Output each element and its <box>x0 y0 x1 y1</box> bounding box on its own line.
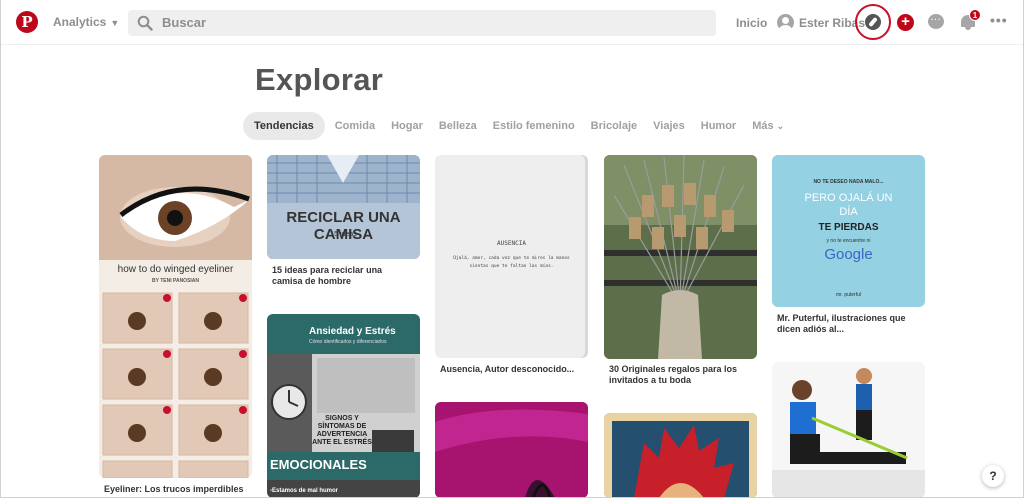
tab-mas-label: Más <box>752 120 774 132</box>
eye-illustration <box>99 155 252 478</box>
pin-caption: -Estamos de mal humor <box>270 488 339 494</box>
tab-belleza[interactable]: Belleza <box>431 112 485 140</box>
page: P Analytics ▼ Buscar Inicio Ester Ribas +… <box>0 0 1024 498</box>
notification-badge: 1 <box>969 9 981 21</box>
pin-overlay-title: Ansiedad y Estrés <box>309 326 396 337</box>
pin-overlay-bottom: EMOCIONALES <box>270 457 367 472</box>
pin-card-puterful[interactable]: NO TE DESEO NADA MALO... PERO OJALÁ UN D… <box>772 155 925 345</box>
pin-card-camisa[interactable]: RECICLAR UNA CAMISA 15 ideas 15 ideas pa… <box>267 155 420 290</box>
explore-button[interactable] <box>855 4 891 40</box>
pin-overlay-sub: Cómo identificarlos y diferenciarlos <box>309 339 387 345</box>
popart-illustration <box>604 413 757 497</box>
pin-image: Ansiedad y Estrés Cómo identificarlos y … <box>267 314 420 497</box>
chevron-down-icon: ▼ <box>110 18 120 28</box>
pin-image: NO TE DESEO NADA MALO... PERO OJALÁ UN D… <box>772 155 925 307</box>
tab-mas[interactable]: Más ⌄ <box>744 112 792 140</box>
more-options-icon[interactable]: ••• <box>990 12 1008 28</box>
pin-overlay-google: Google <box>824 246 873 263</box>
tab-tendencias[interactable]: Tendencias <box>243 112 325 140</box>
pin-caption: Ausencia, Autor desconocido... <box>440 364 575 374</box>
pin-card-fitness[interactable] <box>772 362 925 497</box>
pin-caption: 15 ideas para reciclar una camisa de hom… <box>272 265 383 286</box>
help-button[interactable]: ? <box>982 465 1004 487</box>
add-pin-button[interactable]: + <box>897 14 914 31</box>
pin-image <box>604 155 757 359</box>
chevron-down-icon: ⌄ <box>776 121 785 131</box>
search-placeholder: Buscar <box>162 15 207 30</box>
analytics-menu[interactable]: Analytics ▼ <box>53 15 119 29</box>
pin-card-popart[interactable] <box>604 413 757 497</box>
search-icon <box>137 15 153 31</box>
pin-overlay-text: Ojalá, amor, cada vez que te mires la ma… <box>453 256 570 269</box>
pin-card-estres[interactable]: Ansiedad y Estrés Cómo identificarlos y … <box>267 314 420 497</box>
analytics-label: Analytics <box>53 15 107 29</box>
pin-overlay-line1: NO TE DESEO NADA MALO... <box>813 179 884 185</box>
pin-overlay-author: BY TENI PANOSIAN <box>151 278 200 284</box>
pin-caption: Mr. Puterful, ilustraciones que dicen ad… <box>777 313 906 334</box>
sparklers-photo <box>604 155 757 359</box>
avatar <box>777 14 794 31</box>
tab-hogar[interactable]: Hogar <box>383 112 431 140</box>
search-bar[interactable]: Buscar <box>128 10 716 36</box>
category-tabs: Tendencias Comida Hogar Belleza Estilo f… <box>243 112 792 140</box>
pin-image <box>435 402 588 497</box>
pin-image: how to do winged eyeliner BY TENI PANOSI… <box>99 155 252 478</box>
pin-card-eyeliner[interactable]: how to do winged eyeliner BY TENI PANOSI… <box>99 155 252 497</box>
shirt-photo <box>267 155 420 259</box>
pin-overlay-sign: mr. puterful <box>835 292 861 298</box>
page-title: Explorar <box>255 62 384 97</box>
pin-overlay-line2: PERO OJALÁ UN DÍA <box>804 192 893 218</box>
pin-overlay-title: AUSENCIA <box>497 240 526 247</box>
pin-overlay-line4: y no te encuentre ni <box>826 238 871 244</box>
fitness-photo <box>772 362 925 497</box>
purple-fabric-photo <box>435 402 588 497</box>
tab-viajes[interactable]: Viajes <box>645 112 693 140</box>
tab-bricolaje[interactable]: Bricolaje <box>583 112 645 140</box>
pinterest-logo[interactable]: P <box>16 11 38 33</box>
pin-overlay-line3: TE PIERDAS <box>818 222 879 233</box>
tab-estilo-femenino[interactable]: Estilo femenino <box>485 112 583 140</box>
home-link[interactable]: Inicio <box>736 16 767 30</box>
pin-overlay-mid: SIGNOS Y SÍNTOMAS DE ADVERTENCIA ANTE EL… <box>312 415 372 446</box>
pin-card-purple[interactable] <box>435 402 588 497</box>
messages-icon[interactable] <box>928 11 944 29</box>
pin-image: RECICLAR UNA CAMISA 15 ideas <box>267 155 420 259</box>
pin-caption: 30 Originales regalos para los invitados… <box>609 364 738 385</box>
tab-humor[interactable]: Humor <box>693 112 744 140</box>
pin-overlay-sub: 15 ideas <box>330 231 357 238</box>
pin-card-bengalas[interactable]: 30 Originales regalos para los invitados… <box>604 155 757 390</box>
pin-card-ausencia[interactable]: AUSENCIA Ojalá, amor, cada vez que te mi… <box>435 155 588 385</box>
top-bar: P Analytics ▼ Buscar Inicio Ester Ribas +… <box>1 0 1023 45</box>
pin-image <box>772 362 925 497</box>
pin-image <box>604 413 757 497</box>
pin-overlay-title: how to do winged eyeliner <box>117 264 234 275</box>
pin-image: AUSENCIA Ojalá, amor, cada vez que te mi… <box>435 155 588 358</box>
pin-caption: Eyeliner: Los trucos imperdibles <box>104 484 244 494</box>
compass-icon <box>865 14 881 30</box>
tab-comida[interactable]: Comida <box>327 112 383 140</box>
